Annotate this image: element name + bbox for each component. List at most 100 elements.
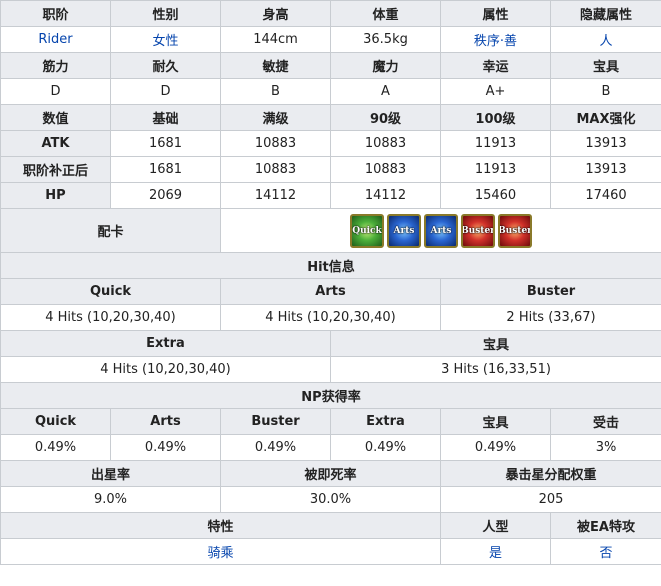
- deck-cards-cell: Quick Arts Arts Buster Buster: [220, 208, 661, 253]
- header-hidden-attribute: 隐藏属性: [550, 0, 661, 27]
- traits-cell: 骑乘: [0, 538, 441, 565]
- header-humanoid: 人型: [440, 512, 551, 539]
- buster-card-icon: Buster: [498, 213, 532, 248]
- np-gain-title: NP获得率: [0, 382, 661, 409]
- humanoid-link[interactable]: 是: [489, 546, 502, 561]
- hits-header-row: Quick Arts Buster: [0, 278, 661, 305]
- hp-90: 14112: [330, 182, 441, 209]
- servant-stats-table: 职阶 性别 身高 体重 属性 隐藏属性 Rider 女性 144cm 36.5k…: [0, 0, 661, 565]
- hp-base: 2069: [110, 182, 221, 209]
- ea-weak-cell: 否: [550, 538, 661, 565]
- hits-value-row-2: 4 Hits (10,20,30,40) 3 Hits (16,33,51): [0, 356, 661, 383]
- hits-header-row-2: Extra 宝具: [0, 330, 661, 357]
- gender-cell: 女性: [110, 26, 221, 53]
- deck-label: 配卡: [0, 208, 221, 253]
- stars-value-row: 9.0% 30.0% 205: [0, 486, 661, 513]
- arts-hits: 4 Hits (10,20,30,40): [220, 304, 441, 331]
- table-row: 职阶补正后 1681 10883 10883 11913 13913: [0, 156, 661, 183]
- np-np-value: 0.49%: [440, 434, 551, 461]
- header-agility: 敏捷: [220, 52, 331, 79]
- arts-card-icon: Arts: [424, 213, 458, 248]
- deck-row: 配卡 Quick Arts Arts Buster Buster: [0, 208, 661, 253]
- atk-corrected-max: 10883: [220, 156, 331, 183]
- arts-card-icon: Arts: [387, 213, 421, 248]
- growth-header-row: 数值 基础 满级 90级 100级 MAX强化: [0, 104, 661, 131]
- deck-cards: Quick Arts Arts Buster Buster: [222, 210, 661, 252]
- hits-header-quick: Quick: [0, 278, 221, 305]
- header-max-level: 满级: [220, 104, 331, 131]
- header-stat: 数值: [0, 104, 111, 131]
- np-header-quick: Quick: [0, 408, 111, 435]
- endurance-value: D: [110, 78, 221, 105]
- atk-corrected-max-enhance: 13913: [550, 156, 661, 183]
- luck-value: A+: [440, 78, 551, 105]
- header-death-rate: 被即死率: [220, 460, 441, 487]
- atk-max-enhance: 13913: [550, 130, 661, 157]
- row-label-atk-corrected: 职阶补正后: [0, 156, 111, 183]
- np-gain-value-row: 0.49% 0.49% 0.49% 0.49% 0.49% 3%: [0, 434, 661, 461]
- traits-value-row: 骑乘 是 否: [0, 538, 661, 565]
- traits-header-row: 特性 人型 被EA特攻: [0, 512, 661, 539]
- row-label-atk: ATK: [0, 130, 111, 157]
- np-gain-title-row: NP获得率: [0, 382, 661, 409]
- header-level-90: 90级: [330, 104, 441, 131]
- atk-base: 1681: [110, 130, 221, 157]
- header-level-100: 100级: [440, 104, 551, 131]
- table-row: ATK 1681 10883 10883 11913 13913: [0, 130, 661, 157]
- stars-header-row: 出星率 被即死率 暴击星分配权重: [0, 460, 661, 487]
- hits-title-row: Hit信息: [0, 252, 661, 279]
- hits-header-arts: Arts: [220, 278, 441, 305]
- hidden-attribute-link[interactable]: 人: [599, 34, 612, 49]
- atk-90: 10883: [330, 130, 441, 157]
- row-label-hp: HP: [0, 182, 111, 209]
- header-class: 职阶: [0, 0, 111, 27]
- basic-header-row: 职阶 性别 身高 体重 属性 隐藏属性: [0, 0, 661, 27]
- hits-value-row: 4 Hits (10,20,30,40) 4 Hits (10,20,30,40…: [0, 304, 661, 331]
- noble-phantasm-rank-value: B: [550, 78, 661, 105]
- height-value: 144cm: [220, 26, 331, 53]
- class-cell: Rider: [0, 26, 111, 53]
- np-gain-header-row: Quick Arts Buster Extra 宝具 受击: [0, 408, 661, 435]
- ea-weak-link[interactable]: 否: [599, 546, 612, 561]
- header-traits: 特性: [0, 512, 441, 539]
- header-height: 身高: [220, 0, 331, 27]
- atk-100: 11913: [440, 130, 551, 157]
- alignment-link[interactable]: 秩序·善: [474, 34, 517, 49]
- header-endurance: 耐久: [110, 52, 221, 79]
- header-alignment: 属性: [440, 0, 551, 27]
- atk-corrected-base: 1681: [110, 156, 221, 183]
- death-rate-value: 30.0%: [220, 486, 441, 513]
- gender-link[interactable]: 女性: [152, 34, 178, 49]
- class-link[interactable]: Rider: [38, 32, 72, 47]
- weight-value: 36.5kg: [330, 26, 441, 53]
- header-gender: 性别: [110, 0, 221, 27]
- np-header-extra: Extra: [330, 408, 441, 435]
- hits-header-extra: Extra: [0, 330, 331, 357]
- header-noble-phantasm-rank: 宝具: [550, 52, 661, 79]
- header-mana: 魔力: [330, 52, 441, 79]
- hits-header-np: 宝具: [330, 330, 661, 357]
- np-quick-value: 0.49%: [0, 434, 111, 461]
- buster-hits: 2 Hits (33,67): [440, 304, 661, 331]
- params-value-row: D D B A A+ B: [0, 78, 661, 105]
- buster-card-icon: Buster: [461, 213, 495, 248]
- humanoid-cell: 是: [440, 538, 551, 565]
- header-ea-weak: 被EA特攻: [550, 512, 661, 539]
- hp-max: 14112: [220, 182, 331, 209]
- np-header-np: 宝具: [440, 408, 551, 435]
- agility-value: B: [220, 78, 331, 105]
- header-weight: 体重: [330, 0, 441, 27]
- hits-header-buster: Buster: [440, 278, 661, 305]
- header-max-enhance: MAX强化: [550, 104, 661, 131]
- params-header-row: 筋力 耐久 敏捷 魔力 幸运 宝具: [0, 52, 661, 79]
- star-weight-value: 205: [440, 486, 661, 513]
- extra-hits: 4 Hits (10,20,30,40): [0, 356, 331, 383]
- np-buster-value: 0.49%: [220, 434, 331, 461]
- header-luck: 幸运: [440, 52, 551, 79]
- np-header-defense: 受击: [550, 408, 661, 435]
- mana-value: A: [330, 78, 441, 105]
- hp-max-enhance: 17460: [550, 182, 661, 209]
- trait-link[interactable]: 骑乘: [207, 546, 233, 561]
- header-star-weight: 暴击星分配权重: [440, 460, 661, 487]
- strength-value: D: [0, 78, 111, 105]
